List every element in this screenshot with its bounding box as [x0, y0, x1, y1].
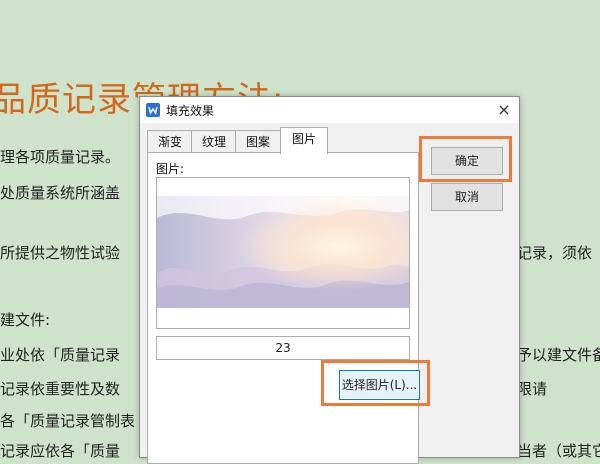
picture-panel: 图片: 23 选择图片(L)... — [147, 152, 420, 464]
document-line: 理各项质量记录。 — [0, 148, 121, 166]
document-line-right: 当者（或其它 — [517, 442, 600, 460]
document-line-right: 记录，须依 — [517, 244, 593, 262]
cancel-button[interactable]: 取消 — [431, 183, 503, 211]
document-line: 记录应依各「质量 — [0, 442, 121, 460]
document-line: 建文件: — [0, 311, 51, 329]
wps-writer-icon — [146, 103, 160, 117]
dialog-titlebar[interactable]: 填充效果 × — [140, 97, 519, 123]
document-line-right: 限请 — [517, 380, 548, 398]
document-line: 所提供之物性试验 — [0, 244, 121, 262]
document-line: 业处依「质量记录 — [0, 346, 121, 364]
tab-gradient[interactable]: 渐变 — [147, 130, 193, 153]
picture-name-field: 23 — [156, 336, 410, 360]
close-icon[interactable]: × — [493, 99, 515, 121]
picture-preview — [156, 177, 410, 329]
tab-picture[interactable]: 图片 — [280, 127, 328, 154]
document-line: 处质量系统所涵盖 — [0, 184, 121, 202]
ok-button[interactable]: 确定 — [431, 147, 503, 175]
picture-label: 图片: — [156, 162, 185, 176]
tab-pattern[interactable]: 图案 — [235, 130, 281, 153]
document-line: 记录依重要性及数 — [0, 380, 121, 398]
fill-effects-dialog: 填充效果 × 渐变 纹理 图案 图片 图片: 23 选择图片(L)... 确定 … — [139, 96, 520, 464]
dialog-title: 填充效果 — [166, 104, 215, 118]
document-line-right: 予以建文件备 — [517, 346, 600, 364]
tab-texture[interactable]: 纹理 — [191, 130, 237, 153]
select-picture-button[interactable]: 选择图片(L)... — [339, 370, 420, 400]
document-line: 各「质量记录管制表 — [0, 412, 136, 430]
